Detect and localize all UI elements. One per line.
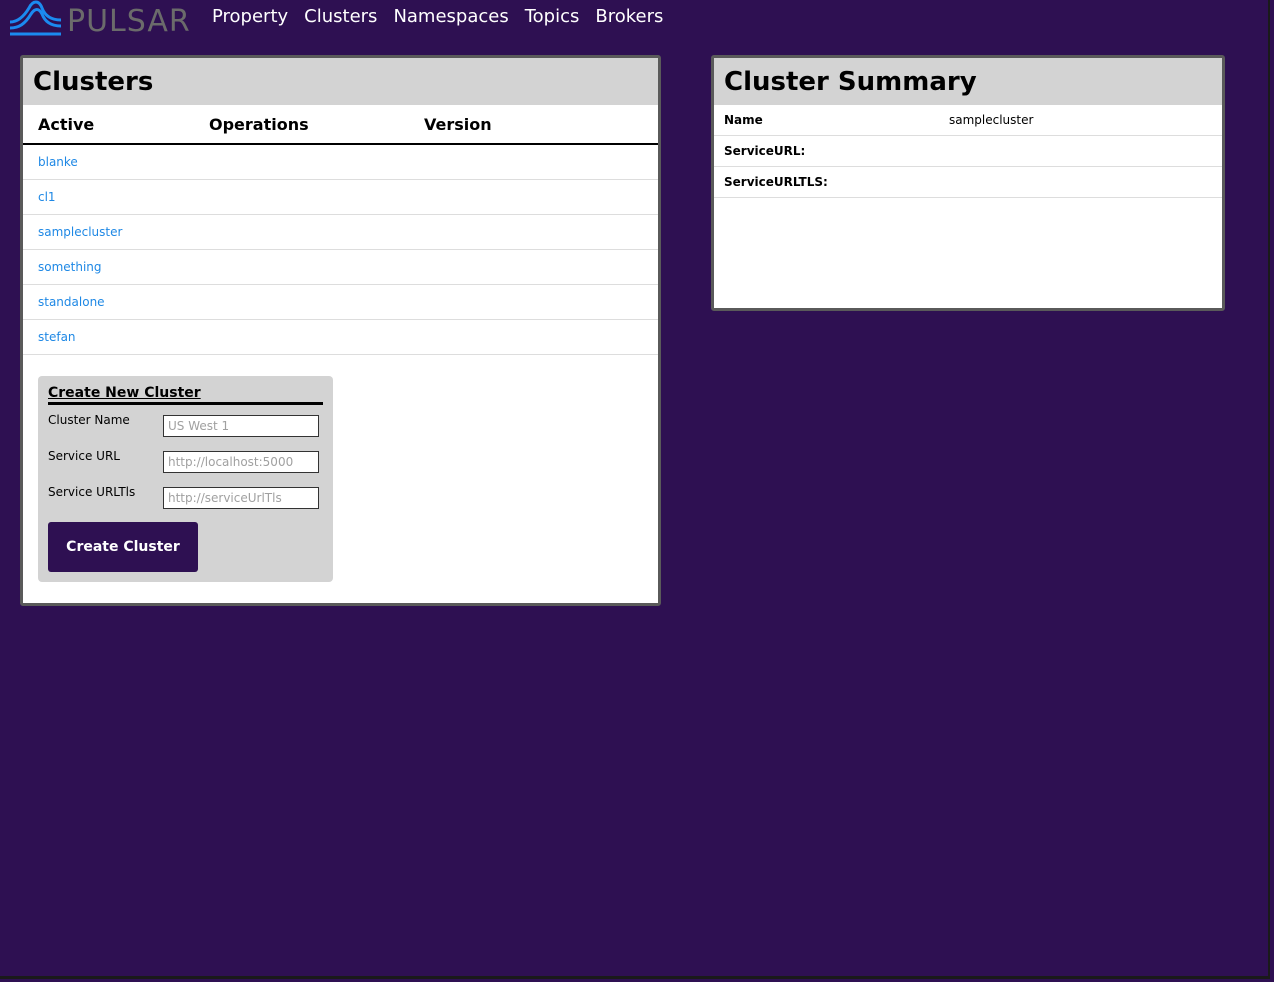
table-row: cl1 bbox=[23, 179, 658, 215]
nav-brokers[interactable]: Brokers bbox=[595, 5, 663, 29]
clusters-panel-header: Clusters bbox=[23, 58, 658, 105]
cluster-summary-panel: Cluster Summary Name samplecluster Servi… bbox=[711, 55, 1225, 311]
service-url-label: Service URL bbox=[48, 449, 120, 463]
summary-key: Name bbox=[714, 105, 949, 136]
summary-value: samplecluster bbox=[949, 105, 1222, 136]
column-header-operations: Operations bbox=[209, 105, 424, 145]
column-header-version: Version bbox=[424, 105, 658, 145]
create-cluster-title: Create New Cluster bbox=[48, 385, 323, 405]
table-row: stefan bbox=[23, 319, 658, 355]
table-row: standalone bbox=[23, 284, 658, 320]
nav-clusters[interactable]: Clusters bbox=[304, 5, 377, 29]
summary-row-service-url-tls: ServiceURLTLS: bbox=[714, 166, 1222, 198]
summary-table: Name samplecluster ServiceURL: ServiceUR… bbox=[714, 105, 1222, 198]
nav-namespaces[interactable]: Namespaces bbox=[393, 5, 508, 29]
summary-key: ServiceURL: bbox=[714, 135, 949, 167]
cluster-link-stefan[interactable]: stefan bbox=[38, 330, 76, 344]
cluster-name-label: Cluster Name bbox=[48, 413, 130, 427]
summary-row-name: Name samplecluster bbox=[714, 105, 1222, 136]
service-url-tls-label: Service URLTls bbox=[48, 485, 136, 499]
clusters-panel: Clusters Active Operations Version blank… bbox=[20, 55, 661, 606]
cluster-name-input[interactable] bbox=[163, 415, 319, 437]
cluster-link-standalone[interactable]: standalone bbox=[38, 295, 105, 309]
summary-value bbox=[949, 135, 1222, 167]
nav-property[interactable]: Property bbox=[212, 5, 288, 29]
cluster-link-cl1[interactable]: cl1 bbox=[38, 190, 56, 204]
form-row-service-url-tls: Service URLTls bbox=[48, 477, 323, 513]
summary-title: Cluster Summary bbox=[724, 66, 977, 97]
table-row: blanke bbox=[23, 144, 658, 180]
summary-panel-header: Cluster Summary bbox=[714, 58, 1222, 105]
form-row-service-url: Service URL bbox=[48, 441, 323, 477]
create-cluster-button[interactable]: Create Cluster bbox=[48, 522, 198, 572]
summary-row-service-url: ServiceURL: bbox=[714, 135, 1222, 167]
main-nav: Property Clusters Namespaces Topics Brok… bbox=[212, 5, 679, 29]
cluster-link-samplecluster[interactable]: samplecluster bbox=[38, 225, 122, 239]
cluster-link-something[interactable]: something bbox=[38, 260, 102, 274]
clusters-title: Clusters bbox=[33, 66, 154, 97]
service-url-input[interactable] bbox=[163, 451, 319, 473]
clusters-table: Active Operations Version blanke cl1 sam… bbox=[23, 105, 658, 355]
nav-topics[interactable]: Topics bbox=[525, 5, 580, 29]
pulsar-logo[interactable]: PULSAR bbox=[9, 0, 199, 36]
table-row: something bbox=[23, 249, 658, 285]
pulsar-logo-icon: PULSAR bbox=[9, 0, 191, 36]
summary-value bbox=[949, 166, 1222, 198]
service-url-tls-input[interactable] bbox=[163, 487, 319, 509]
logo-text: PULSAR bbox=[67, 4, 191, 36]
cluster-link-blanke[interactable]: blanke bbox=[38, 155, 78, 169]
form-row-cluster-name: Cluster Name bbox=[48, 405, 323, 441]
clusters-table-header: Active Operations Version bbox=[23, 105, 658, 145]
create-cluster-form: Create New Cluster Cluster Name Service … bbox=[38, 376, 333, 582]
summary-key: ServiceURLTLS: bbox=[714, 166, 949, 198]
column-header-active: Active bbox=[23, 105, 209, 145]
table-row: samplecluster bbox=[23, 214, 658, 250]
